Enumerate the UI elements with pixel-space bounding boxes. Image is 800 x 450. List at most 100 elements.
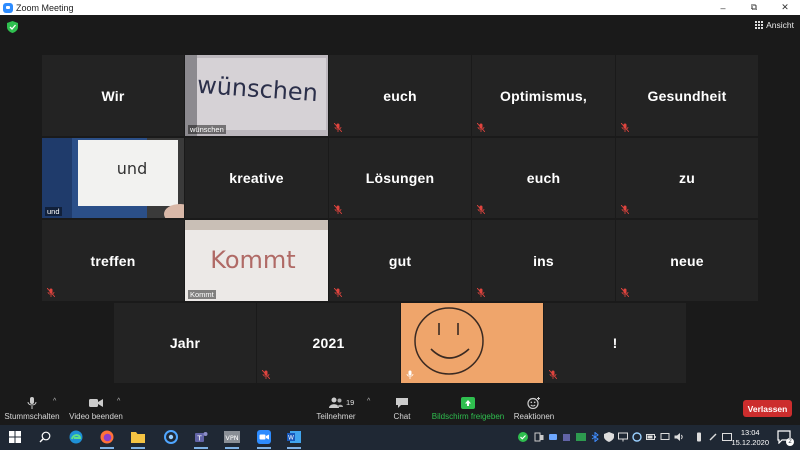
video-feed: Kommt — [185, 220, 328, 301]
participant-name: 2021 — [312, 335, 345, 351]
participant-tile[interactable]: ! — [544, 303, 686, 383]
tray-teams-icon[interactable] — [562, 432, 572, 442]
chat-bubble-icon — [396, 398, 408, 408]
leave-meeting-button[interactable]: Verlassen — [743, 400, 792, 417]
restore-button[interactable]: ⧉ — [739, 0, 769, 15]
bluetooth-icon[interactable] — [590, 432, 600, 442]
vpn-icon[interactable]: VPN — [224, 429, 240, 449]
minimize-button[interactable]: – — [708, 0, 738, 15]
usb-device-icon[interactable] — [694, 432, 704, 442]
tray-vpn-icon[interactable] — [576, 432, 586, 442]
tray-device-icon[interactable] — [534, 432, 544, 442]
participant-tile[interactable]: euch — [329, 55, 471, 136]
participant-tile[interactable]: 2021 — [257, 303, 400, 383]
participant-tile[interactable]: euch — [472, 138, 615, 218]
reactions-button[interactable]: Reaktionen — [512, 393, 556, 423]
file-explorer-icon[interactable] — [130, 429, 146, 449]
video-camera-icon — [89, 399, 103, 407]
participant-video-tile[interactable] — [401, 303, 543, 383]
tray-display-icon[interactable] — [618, 432, 628, 442]
participant-name: Wir — [101, 87, 125, 104]
participant-name: Jahr — [169, 335, 201, 351]
participant-name: ! — [612, 335, 618, 351]
muted-mic-icon — [477, 288, 485, 297]
participant-tile[interactable]: ins — [472, 220, 615, 301]
close-button[interactable]: ✕ — [770, 0, 800, 15]
tray-monitor-icon[interactable] — [660, 432, 670, 442]
video-options-caret-icon[interactable]: ^ — [117, 398, 120, 405]
participant-name: Kommt — [188, 290, 216, 299]
svg-text:VPN: VPN — [225, 434, 238, 442]
participant-tile[interactable]: gut — [329, 220, 471, 301]
participants-icon — [329, 397, 343, 408]
participant-tile[interactable]: Optimismus, — [472, 55, 615, 136]
muted-mic-icon — [47, 288, 55, 297]
svg-text:T: T — [196, 435, 202, 443]
chat-button-label: Chat — [393, 412, 411, 421]
browser-icon[interactable] — [163, 429, 179, 445]
search-icon[interactable] — [37, 429, 53, 445]
participant-video-tile[interactable]: und und — [42, 138, 184, 218]
muted-mic-icon — [477, 123, 485, 132]
participant-tile[interactable]: kreative — [185, 138, 328, 218]
muted-mic-icon — [262, 370, 270, 379]
windows-start-icon[interactable] — [7, 429, 23, 445]
windows-taskbar: T VPN W 13:04 15.12.2020 2 — [0, 425, 800, 450]
smiley-face-icon — [401, 303, 543, 383]
participant-name: kreative — [229, 170, 284, 186]
edge-browser-icon[interactable] — [68, 429, 84, 445]
participants-options-caret-icon[interactable]: ^ — [367, 398, 370, 405]
muted-mic-icon — [477, 205, 485, 214]
muted-mic-icon — [334, 205, 342, 214]
participant-tile[interactable]: neue — [616, 220, 758, 301]
participant-name: Gesundheit — [647, 87, 727, 104]
participant-video-tile[interactable]: Kommt Kommt — [185, 220, 328, 301]
participant-video-tile[interactable]: wünschen wünschen — [185, 55, 328, 136]
taskbar-clock[interactable]: 13:04 15.12.2020 — [731, 428, 769, 448]
action-center-icon[interactable]: 2 — [777, 430, 794, 446]
participants-button-label: Teilnehmer — [316, 412, 356, 421]
participant-tile[interactable]: Jahr — [114, 303, 256, 383]
participant-name: ins — [533, 252, 554, 269]
window-titlebar: Zoom Meeting – ⧉ ✕ — [0, 0, 800, 15]
notification-count-badge: 2 — [786, 438, 794, 446]
clock-date: 15.12.2020 — [731, 438, 769, 447]
view-button[interactable]: Ansicht — [755, 20, 794, 30]
volume-icon[interactable] — [674, 432, 684, 442]
chat-button[interactable]: Chat — [385, 393, 419, 423]
word-icon[interactable]: W — [286, 429, 302, 449]
participant-name: und — [45, 207, 62, 216]
participant-count: 19 — [346, 398, 355, 407]
mute-button[interactable]: Stummschalten — [4, 393, 60, 423]
muted-mic-icon — [334, 288, 342, 297]
tray-app-icon[interactable] — [548, 432, 558, 442]
participant-tile[interactable]: treffen — [42, 220, 184, 301]
teams-icon[interactable]: T — [193, 429, 209, 449]
participant-tile[interactable]: Gesundheit — [616, 55, 758, 136]
tray-browser-icon[interactable] — [632, 432, 642, 442]
participant-name: zu — [679, 170, 695, 186]
share-screen-button-label: Bildschirm freigeben — [431, 412, 505, 421]
participant-tile[interactable]: Wir — [42, 55, 184, 136]
window-title: Zoom Meeting — [16, 2, 74, 13]
participant-tile[interactable]: zu — [616, 138, 758, 218]
audio-options-caret-icon[interactable]: ^ — [53, 398, 56, 405]
participant-tile[interactable]: Lösungen — [329, 138, 471, 218]
microphone-icon — [27, 397, 37, 409]
view-button-label: Ansicht — [766, 20, 794, 30]
participant-name: neue — [670, 252, 704, 269]
zoom-icon[interactable] — [256, 429, 272, 449]
security-check-icon[interactable] — [518, 432, 528, 442]
participant-name: wünschen — [188, 125, 226, 134]
mute-button-label: Stummschalten — [4, 412, 60, 421]
muted-mic-icon — [621, 288, 629, 297]
participant-name: euch — [383, 87, 417, 104]
tray-pen-icon[interactable] — [708, 432, 718, 442]
firefox-icon[interactable] — [99, 429, 115, 449]
participant-name: gut — [388, 252, 412, 269]
security-shield-icon[interactable] — [7, 21, 18, 33]
share-screen-button[interactable]: Bildschirm freigeben — [430, 393, 506, 423]
muted-mic-icon — [621, 123, 629, 132]
tray-shield-icon[interactable] — [604, 432, 614, 442]
battery-icon[interactable] — [646, 432, 656, 442]
